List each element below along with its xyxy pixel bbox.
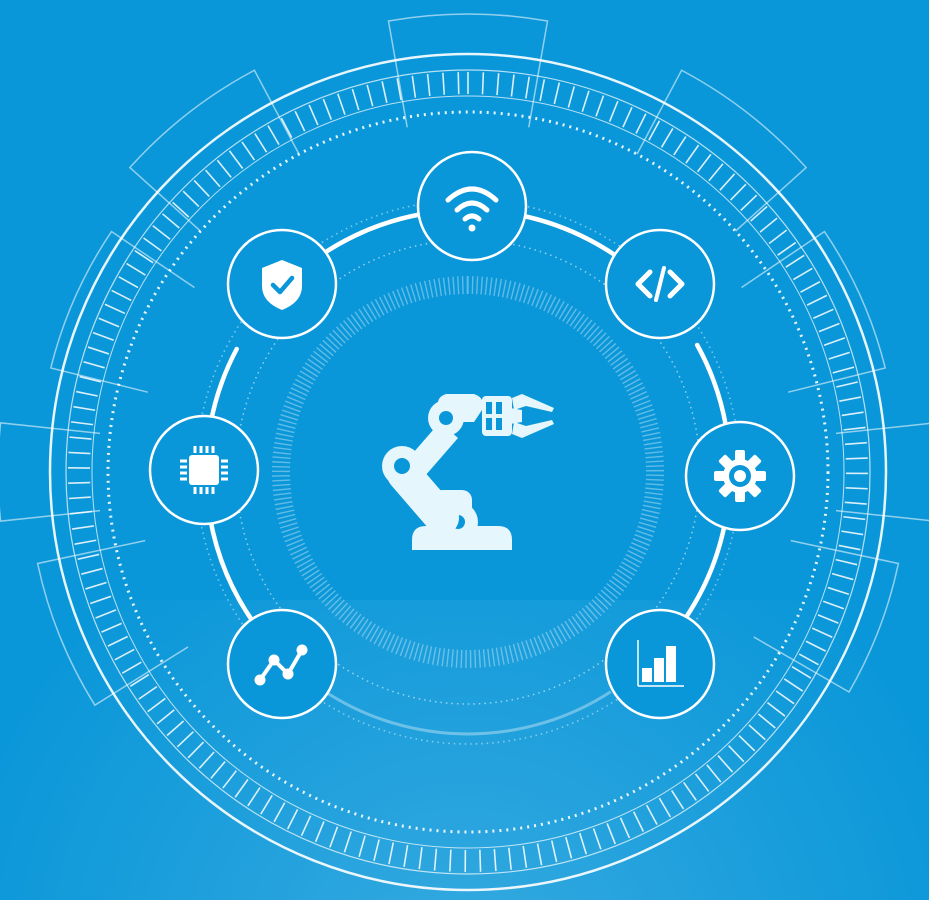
- gear-node: [684, 420, 796, 532]
- code-node: [604, 228, 716, 340]
- tech-ring-illustration: [0, 0, 929, 900]
- line-chart-node: [226, 608, 338, 720]
- wifi-node: [416, 150, 528, 262]
- cpu-chip-node: [148, 414, 260, 526]
- gear-icon: [714, 450, 766, 502]
- illustration-canvas: [0, 0, 929, 900]
- bar-chart-node: [604, 608, 716, 720]
- bottom-glow: [0, 600, 929, 900]
- shield-check-node: [226, 228, 338, 340]
